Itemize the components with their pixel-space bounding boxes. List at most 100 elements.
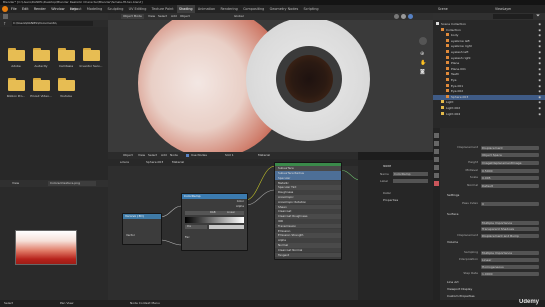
outliner-item[interactable]: Eye.002 ◉ [433,89,545,94]
surface-setting-field[interactable]: ImageDisplacementImage [481,160,539,165]
colorramp-mode[interactable]: RGB [210,211,216,215]
visibility-eye-icon[interactable]: ◉ [538,22,541,27]
node-input-vector: Vector [126,233,135,237]
outliner-item[interactable]: Teeth ◉ [433,72,545,77]
surface-setting-field[interactable]: 0.005 [481,175,539,180]
outliner-item[interactable]: body ◉ [433,33,545,38]
output-tab-icon[interactable] [434,149,439,154]
outliner-header: ⏷ [433,13,545,20]
colorramp-controls: RGB Linear [185,211,244,215]
outliner-item[interactable]: Collection ◉ [433,27,545,33]
visibility-eye-icon[interactable]: ◉ [538,95,541,100]
visibility-eye-icon[interactable]: ◉ [538,61,541,66]
filter-icon[interactable]: ⏷ [536,13,540,19]
outliner-item[interactable]: Sphere.003 ◉ [433,94,545,100]
outliner-item[interactable]: Plane.001 ◉ [433,66,545,72]
surface-setting-label: Displacement [457,145,478,149]
visibility-eye-icon[interactable]: ◉ [538,44,541,49]
properties-section-header[interactable]: Line Art [447,280,459,285]
principled-bsdf-node[interactable]: Subsurface Subsurface Radius Specular Metal… [274,162,342,260]
outliner-item[interactable]: Plane ◉ [433,61,545,66]
outliner-item[interactable]: Eye.001 ◉ [433,83,545,89]
material-setting-field[interactable]: Linear [481,257,539,262]
outliner-item[interactable]: Light.004 ◉ [433,111,545,117]
outliner-item[interactable]: eyelash right ◉ [433,55,545,61]
visibility-eye-icon[interactable]: ◉ [538,67,541,72]
outliner-item[interactable]: Light.002 ◉ [433,106,545,111]
outliner-item[interactable]: Light ◉ [433,100,545,105]
visibility-eye-icon[interactable]: ◉ [538,106,541,111]
material-setting-field[interactable]: Multiple Importance [481,250,539,255]
colorramp-interpolation[interactable]: Linear [227,211,235,215]
object-type-icon [446,61,449,65]
colorramp-node[interactable]: ColorRamp Color Alpha RGB Linear Pos Fac [181,193,248,251]
visibility-eye-icon[interactable]: ◉ [538,78,541,83]
tool-tab-icon[interactable] [434,133,439,138]
object-type-icon [441,100,444,104]
visibility-eye-icon[interactable]: ◉ [538,50,541,55]
visibility-eye-icon[interactable]: ◉ [538,72,541,77]
surface-setting-field[interactable]: Displacement [481,145,539,150]
render-tab-icon[interactable] [434,141,439,146]
properties-section-header[interactable]: Viewport Display [447,287,472,292]
material-setting-field[interactable]: Multiple Importance [481,220,539,225]
material-setting-field[interactable]: Displacement and Bump [481,233,539,238]
modifier-tab-icon[interactable] [434,173,439,178]
outliner-item-label: Teeth [451,72,460,77]
properties-section-header[interactable]: Volume [447,240,458,245]
visibility-eye-icon[interactable]: ◉ [538,100,541,105]
udemy-watermark: Udemy [518,299,539,305]
outliner-item-label: eyelash right [451,55,471,60]
object-type-icon [446,66,449,70]
color-section[interactable]: Color [383,192,391,195]
material-setting-field[interactable]: 0 [481,201,539,206]
visibility-eye-icon[interactable]: ◉ [538,84,541,89]
object-type-icon [436,22,439,25]
object-tab-icon[interactable] [434,165,439,170]
scene-tab-icon[interactable] [434,157,439,162]
material-setting-label: Displacement [457,233,478,237]
visibility-eye-icon[interactable]: ◉ [538,89,541,94]
properties-section[interactable]: Properties [383,199,398,202]
voronoi-texture-node[interactable]: Voronoi (3D) Vector [122,213,162,245]
material-setting-field[interactable]: Transparent Shadows [481,226,539,231]
material-setting-field[interactable]: Homogeneous [481,264,539,269]
surface-setting-field[interactable]: Object Space [481,152,539,157]
outliner-item[interactable]: eyebrow left ◉ [433,38,545,44]
object-type-icon [446,94,449,98]
outliner-item[interactable]: eyelash left ◉ [433,50,545,55]
colorramp-color-swatch[interactable] [209,225,244,229]
colorramp-gradient[interactable] [185,217,244,223]
outliner-item-label: Sphere.003 [451,94,469,99]
outliner-item-label: Collection [446,27,461,32]
properties-section-header[interactable]: Custom Properties [447,294,475,299]
surface-setting-field[interactable]: Default [481,183,539,188]
properties-section-header[interactable]: Settings [447,193,459,198]
properties-tabs [433,128,440,300]
visibility-eye-icon[interactable]: ◉ [538,112,541,117]
outliner-item[interactable]: eyebrow right ◉ [433,44,545,49]
object-type-icon [441,111,444,115]
outliner-search-input[interactable] [493,14,533,19]
bsdf-input-row[interactable]: Tangent [275,252,341,258]
outliner-item-label: Scene Collection [441,22,466,26]
object-type-icon [446,33,449,37]
node-label-field[interactable] [393,179,428,183]
outliner-item[interactable]: Scene Collection ◉ [433,22,545,27]
outliner-item-label: eyebrow left [451,38,470,43]
outliner-item-label: Eye.002 [451,89,464,94]
colorramp-pos-label: Pos [187,225,192,228]
properties-section-header[interactable]: Surface [447,212,458,217]
material-tab-icon[interactable] [434,181,439,186]
outliner-item[interactable]: Eye ◉ [433,78,545,83]
outliner-item-label: eyelash left [451,50,469,54]
material-setting-field[interactable]: 1.0000 [481,271,539,276]
surface-setting-field[interactable]: 0.5000 [481,168,539,173]
visibility-eye-icon[interactable]: ◉ [538,39,541,44]
node-name-field[interactable]: ColorRamp [393,172,428,176]
outliner-item-label: eyebrow right [451,44,472,49]
visibility-eye-icon[interactable]: ◉ [538,28,541,33]
visibility-eye-icon[interactable]: ◉ [538,33,541,38]
colorramp-position-field[interactable]: Pos [185,225,207,229]
visibility-eye-icon[interactable]: ◉ [538,56,541,61]
